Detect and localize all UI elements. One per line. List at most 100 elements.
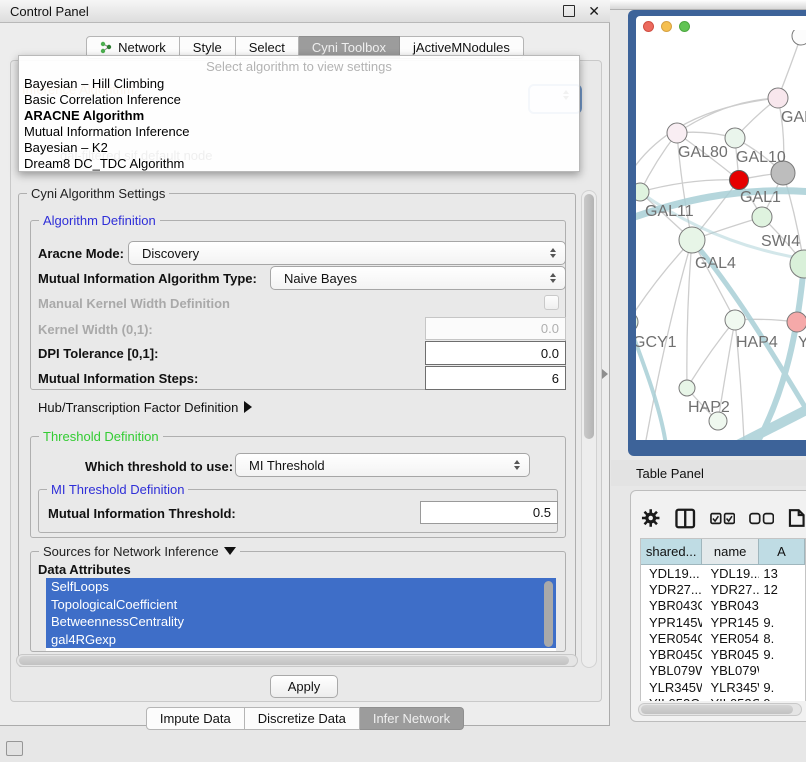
apply-button[interactable]: Apply (270, 675, 338, 698)
column-header-clipped[interactable]: A (759, 539, 805, 565)
table-row[interactable]: YPR145WYPR145W9. (641, 614, 805, 630)
attributes-list-scrollbar[interactable] (544, 581, 553, 647)
combo-arrows-icon (545, 248, 561, 258)
threshold-definition-title: Threshold Definition (39, 429, 163, 444)
svg-text:GAL10: GAL10 (736, 149, 786, 166)
popup-item-aracne[interactable]: ARACNE Algorithm (19, 108, 579, 124)
mi-steps-input[interactable]: 6 (425, 366, 566, 390)
svg-text:HAP4: HAP4 (736, 334, 778, 351)
tab-network-label: Network (118, 40, 166, 55)
mi-threshold-label: Mutual Information Threshold: (48, 506, 236, 521)
node-hap4[interactable] (725, 310, 745, 330)
list-item-selfloops[interactable]: SelfLoops (46, 578, 556, 596)
minimized-panel-icon[interactable] (6, 741, 23, 756)
node-gal4[interactable] (679, 227, 705, 253)
node-selected-red[interactable] (730, 171, 749, 190)
kernel-width-input[interactable]: 0.0 (425, 317, 566, 340)
svg-text:GAL4: GAL4 (695, 255, 736, 272)
table-hscrollbar[interactable] (638, 703, 802, 716)
popup-item-dream8[interactable]: Dream8 DC_TDC Algorithm (19, 156, 579, 172)
dpi-tolerance-input[interactable]: 0.0 (425, 341, 566, 365)
dpi-tolerance-label: DPI Tolerance [0,1]: (38, 346, 158, 361)
manual-kernel-label: Manual Kernel Width Definition (38, 296, 230, 311)
node-gal10[interactable] (725, 128, 745, 148)
popup-item-bayesian-hill-climbing[interactable]: Bayesian – Hill Climbing (19, 76, 579, 92)
split-columns-icon[interactable] (675, 508, 695, 529)
aracne-mode-value: Discovery (142, 246, 199, 261)
table-row[interactable]: YER054CYER054C8. (641, 630, 805, 646)
data-attributes-list: SelfLoops TopologicalCoefficient Between… (46, 578, 556, 651)
algorithm-definition-title: Algorithm Definition (39, 213, 160, 228)
settings-vscrollbar[interactable] (581, 190, 597, 668)
table-row[interactable]: YIL052CYIL052C9. (641, 695, 805, 701)
list-item-topologicalcoefficient[interactable]: TopologicalCoefficient (46, 596, 556, 614)
svg-text:GAL: GAL (781, 109, 806, 126)
node-table: shared... name A YDL19...YDL19...13 YDR2… (640, 538, 806, 701)
table-row[interactable]: YDL19...YDL19...13 (641, 565, 805, 581)
table-row[interactable]: YDR27...YDR27...12 (641, 581, 805, 597)
table-row[interactable]: YBR043CYBR043C (641, 598, 805, 614)
kernel-width-label: Kernel Width (0,1): (38, 322, 153, 337)
node-gal-partial[interactable] (768, 88, 788, 108)
node-salmon[interactable] (787, 312, 806, 332)
mi-type-value: Naive Bayes (284, 271, 357, 286)
float-window-icon[interactable] (563, 5, 575, 17)
sources-group-title[interactable]: Sources for Network Inference (39, 544, 240, 559)
gear-icon[interactable] (640, 507, 661, 529)
hub-definition-toggle[interactable]: Hub/Transcription Factor Definition (38, 400, 252, 415)
list-item-gal4rgexp[interactable]: gal4RGexp (46, 631, 556, 649)
table-panel-titlebar: Table Panel (611, 460, 806, 486)
close-icon[interactable]: ✕ (588, 6, 600, 16)
algorithm-select-popup: Select algorithm to view settings Bayesi… (18, 55, 580, 172)
network-icon (100, 41, 113, 54)
combo-arrows-icon (545, 273, 561, 283)
node-swi4[interactable] (790, 250, 806, 278)
popup-item-mutual-information[interactable]: Mutual Information Inference (19, 124, 579, 140)
mi-steps-label: Mutual Information Steps: (38, 371, 198, 386)
panel-divider-arrow-icon[interactable] (602, 369, 608, 379)
node-unlabeled[interactable] (792, 30, 806, 45)
list-item-betweennesscentrality[interactable]: BetweennessCentrality (46, 613, 556, 631)
popup-item-bayesian-k2[interactable]: Bayesian – K2 (19, 140, 579, 156)
tab-impute-data[interactable]: Impute Data (146, 707, 245, 730)
network-canvas[interactable]: GAL GAL80 GAL10 GAL1 GAL11 SWI4 GAL4 GCY… (636, 30, 806, 440)
node-gal80[interactable] (667, 123, 687, 143)
which-threshold-label: Which threshold to use: (85, 459, 233, 474)
document-icon[interactable] (788, 508, 806, 528)
column-header-name[interactable]: name (702, 539, 759, 565)
settings-vscrollbar-thumb[interactable] (584, 194, 594, 439)
control-panel-titlebar: Control Panel ✕ (0, 0, 610, 23)
bottom-tabs: Impute Data Discretize Data Infer Networ… (0, 707, 610, 730)
checked-boxes-icon[interactable] (710, 512, 735, 525)
combo-arrows-icon (509, 460, 525, 470)
svg-text:GAL11: GAL11 (645, 203, 694, 220)
table-row[interactable]: YBR045CYBR045C9. (641, 646, 805, 662)
svg-text:GCY1: GCY1 (636, 334, 677, 351)
popup-placeholder: Select algorithm to view settings (19, 56, 579, 76)
aracne-mode-combo[interactable]: Discovery (128, 241, 566, 265)
mi-type-combo[interactable]: Naive Bayes (270, 266, 566, 290)
svg-text:Y: Y (798, 334, 806, 351)
node-gal11[interactable] (636, 183, 649, 201)
svg-text:SWI4: SWI4 (761, 233, 800, 250)
svg-text:GAL80: GAL80 (678, 144, 728, 161)
popup-item-basic-correlation[interactable]: Basic Correlation Inference (19, 92, 579, 108)
node-gal1[interactable] (752, 207, 772, 227)
table-toolbar (640, 502, 806, 534)
unchecked-boxes-icon[interactable] (749, 512, 774, 525)
mi-threshold-input[interactable]: 0.5 (420, 501, 558, 524)
tab-discretize-data[interactable]: Discretize Data (245, 707, 360, 730)
screen: Control Panel ✕ Network Style Select Cyn… (0, 0, 806, 762)
table-row[interactable]: YLR345WYLR345W9. (641, 679, 805, 695)
tab-infer-network[interactable]: Infer Network (360, 707, 464, 730)
mi-type-label: Mutual Information Algorithm Type: (38, 271, 257, 286)
settings-hscrollbar[interactable] (16, 654, 578, 667)
settings-group-title: Cyni Algorithm Settings (27, 186, 169, 201)
node-gcy1[interactable] (636, 312, 638, 332)
table-header-row: shared... name A (641, 539, 805, 565)
table-row[interactable]: YBL079WYBL079W (641, 663, 805, 679)
column-header-shared-name[interactable]: shared... (641, 539, 702, 565)
manual-kernel-checkbox[interactable] (544, 295, 559, 310)
node-hap2[interactable] (679, 380, 695, 396)
which-threshold-combo[interactable]: MI Threshold (235, 453, 530, 477)
